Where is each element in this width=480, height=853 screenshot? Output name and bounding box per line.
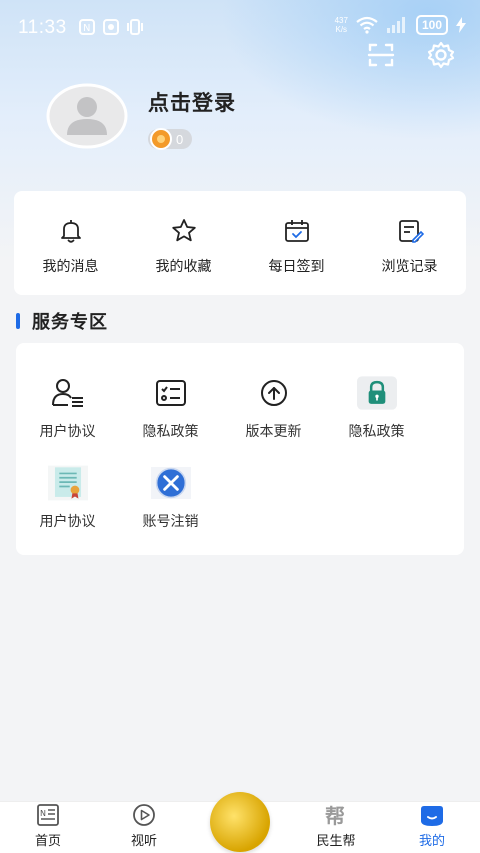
tab-label: 民生帮 — [316, 834, 356, 849]
quick-label: 我的收藏 — [155, 258, 212, 274]
coin-icon — [150, 128, 172, 150]
center-logo-icon[interactable] — [210, 792, 270, 852]
profile-header[interactable]: 点击登录 0 — [46, 83, 236, 150]
services-grid: 用户协议 隐私政策 版本更新 隐私政策 用户协议 账号注销 — [16, 343, 464, 553]
quick-label: 浏览记录 — [381, 258, 438, 274]
tab-home[interactable]: N 首页 — [0, 802, 96, 853]
service-item-privacy[interactable]: 隐私政策 — [119, 373, 222, 463]
lock-icon — [356, 376, 397, 410]
service-label: 版本更新 — [245, 423, 302, 439]
bottom-tab-bar: N 首页 视听 帮 民生帮 我的 — [0, 792, 480, 853]
bell-icon — [60, 220, 81, 243]
section-title: 服务专区 — [16, 308, 108, 334]
header-actions — [366, 40, 456, 70]
certificate-icon — [47, 465, 88, 501]
service-label: 账号注销 — [142, 513, 199, 529]
services-card: 用户协议 隐私政策 版本更新 隐私政策 用户协议 账号注销 — [16, 343, 464, 555]
service-label: 隐私政策 — [348, 423, 405, 439]
notification-icon: N — [79, 19, 95, 35]
tab-label: 首页 — [34, 834, 61, 849]
news-icon: N — [37, 804, 59, 826]
tab-mine[interactable]: 我的 — [384, 802, 480, 853]
coin-balance[interactable]: 0 — [148, 128, 192, 150]
avatar[interactable] — [46, 83, 128, 149]
service-item-user-agreement[interactable]: 用户协议 — [16, 373, 119, 463]
star-icon — [171, 219, 196, 242]
upload-icon — [260, 380, 287, 406]
quick-item-favorites[interactable]: 我的收藏 — [134, 217, 234, 276]
scan-icon[interactable] — [366, 40, 396, 70]
help-icon: 帮 — [325, 804, 345, 828]
net-speed-unit: K/s — [335, 25, 348, 34]
service-label: 用户协议 — [39, 513, 96, 529]
vibrate-icon — [127, 19, 143, 35]
close-circle-icon — [150, 467, 191, 499]
tab-video[interactable]: 视听 — [96, 802, 192, 853]
svg-text:帮: 帮 — [325, 804, 345, 828]
profile-icon — [421, 806, 443, 826]
alarm-icon — [103, 19, 119, 35]
play-icon — [133, 804, 155, 826]
login-box[interactable]: 点击登录 0 — [148, 83, 236, 150]
service-item-update[interactable]: 版本更新 — [222, 373, 325, 463]
section-accent-bar — [16, 313, 20, 329]
status-right: 437 K/s 100 — [335, 15, 466, 35]
net-speed: 437 K/s — [335, 16, 348, 34]
quick-item-messages[interactable]: 我的消息 — [21, 217, 121, 276]
section-title-text: 服务专区 — [32, 312, 108, 332]
service-item-user-agreement-2[interactable]: 用户协议 — [16, 463, 119, 553]
tab-label: 我的 — [418, 834, 445, 849]
tab-center[interactable] — [192, 792, 288, 853]
tab-help[interactable]: 帮 民生帮 — [288, 802, 384, 853]
net-speed-value: 437 — [334, 16, 348, 25]
quick-label: 我的消息 — [42, 258, 99, 274]
svg-text:N: N — [83, 23, 90, 34]
calendar-check-icon — [284, 220, 309, 242]
service-item-privacy-lock[interactable]: 隐私政策 — [325, 373, 428, 463]
charging-icon — [456, 17, 466, 33]
quick-label: 每日签到 — [268, 258, 325, 274]
user-agreement-icon — [51, 379, 83, 407]
settings-gear-icon[interactable] — [426, 40, 456, 70]
battery-indicator: 100 — [415, 15, 448, 35]
login-prompt[interactable]: 点击登录 — [148, 87, 236, 117]
signal-off-icon — [386, 17, 405, 33]
quick-actions-card: 我的消息 我的收藏 每日签到 浏览记录 — [14, 191, 466, 295]
history-edit-icon — [398, 220, 424, 243]
quick-item-history[interactable]: 浏览记录 — [360, 217, 460, 276]
service-label: 隐私政策 — [142, 423, 199, 439]
status-notification-icons: N — [78, 18, 144, 36]
quick-actions-grid: 我的消息 我的收藏 每日签到 浏览记录 — [14, 191, 466, 276]
status-time: 11:33 — [18, 17, 67, 38]
tab-label: 视听 — [130, 834, 157, 849]
service-label: 用户协议 — [39, 423, 96, 439]
svg-text:N: N — [40, 809, 46, 818]
wifi-icon — [356, 16, 378, 34]
privacy-checklist-icon — [155, 380, 186, 406]
service-item-account-cancel[interactable]: 账号注销 — [119, 463, 222, 553]
quick-item-checkin[interactable]: 每日签到 — [247, 217, 347, 276]
coin-count: 0 — [176, 131, 184, 147]
